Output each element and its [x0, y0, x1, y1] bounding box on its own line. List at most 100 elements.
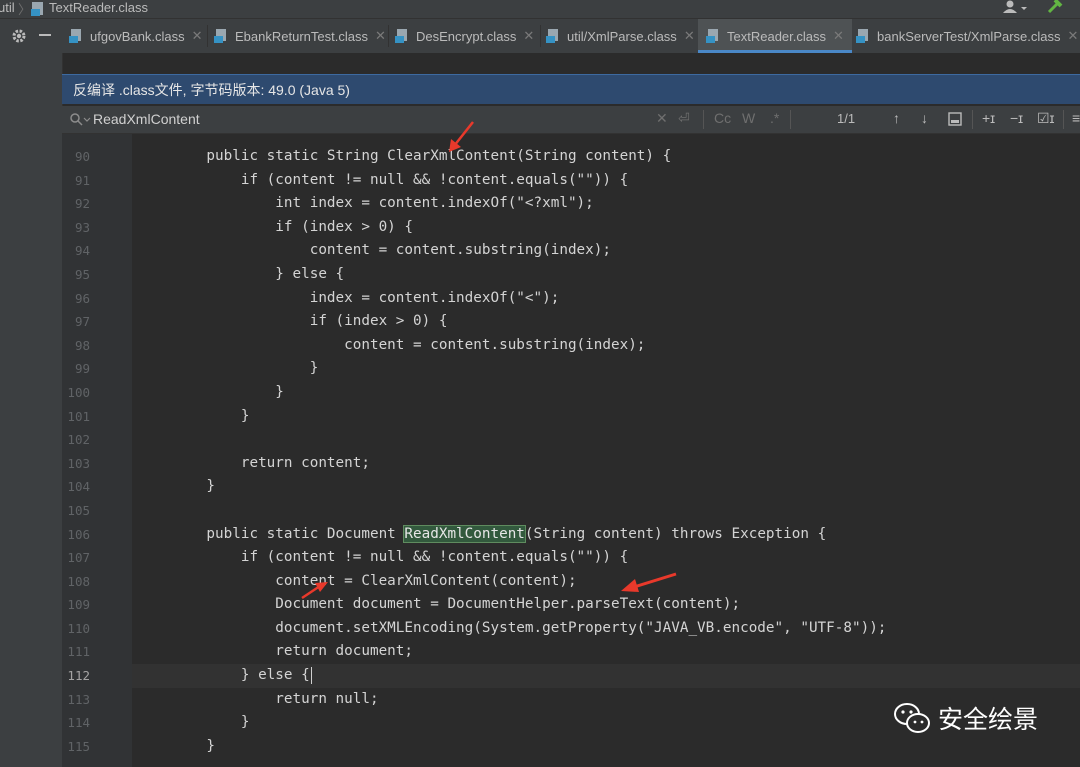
tab-label: ufgovBank.class: [90, 28, 185, 44]
navigation-bar: util 〉 TextReader.class: [0, 0, 1080, 19]
line-number: 110: [67, 620, 90, 636]
code-lines: public static String ClearXmlContent(Str…: [172, 145, 886, 758]
file-class-icon: [69, 29, 81, 43]
file-class-icon: [395, 29, 407, 43]
code-line: }: [172, 737, 216, 754]
code-line: Document document = DocumentHelper.parse…: [172, 596, 741, 613]
line-number: 115: [67, 738, 90, 754]
line-number: 91: [74, 172, 90, 188]
search-match-highlight: ReadXmlContent: [403, 524, 526, 543]
code-line: return content;: [172, 454, 370, 471]
line-number-column: 90 91 92 93 94 95 96 97 98 99 100 101 10…: [62, 145, 90, 758]
code-line-text: } else {: [172, 667, 310, 684]
clear-icon[interactable]: ✕: [656, 110, 668, 127]
line-number: 109: [67, 597, 90, 613]
code-line: } else {: [172, 265, 345, 282]
left-tool-rail: [0, 53, 63, 767]
tab-label: DesEncrypt.class: [416, 28, 517, 44]
search-icon[interactable]: [69, 112, 91, 128]
line-number: 99: [74, 361, 90, 377]
wechat-icon: [894, 703, 930, 733]
regex-toggle[interactable]: .*: [770, 110, 779, 126]
code-line: index = content.indexOf("<");: [172, 289, 560, 306]
line-number: 104: [67, 479, 90, 495]
current-line-number: 112: [67, 668, 90, 684]
line-number: 105: [67, 502, 90, 518]
code-line: }: [172, 714, 250, 731]
arrow-down-icon[interactable]: ↓: [921, 110, 928, 126]
line-number: 101: [67, 408, 90, 424]
close-icon[interactable]: ✕: [833, 28, 844, 44]
line-number: 93: [74, 219, 90, 235]
code-line: }: [172, 478, 216, 495]
file-class-icon: [706, 29, 718, 43]
annotation-arrow-icon: [621, 572, 677, 592]
gear-icon[interactable]: [11, 28, 27, 44]
code-line: public static String ClearXmlContent(Str…: [172, 148, 672, 164]
watermark: 安全绘景: [892, 700, 1038, 736]
remove-selection-icon[interactable]: −ɪ: [1010, 110, 1023, 126]
annotation-arrow-icon: [301, 582, 328, 600]
toggle-selection-icon[interactable]: ☑ɪ: [1037, 110, 1055, 127]
breadcrumb-file[interactable]: TextReader.class: [49, 0, 148, 15]
arrow-up-icon[interactable]: ↑: [893, 110, 900, 126]
code-line: public static Document ReadXmlContent(St…: [172, 523, 886, 547]
file-class-icon: [856, 29, 868, 43]
user-icon[interactable]: [1002, 0, 1028, 14]
close-icon[interactable]: ✕: [684, 28, 695, 44]
line-number: 111: [67, 644, 90, 660]
breadcrumb-util[interactable]: util: [0, 0, 15, 15]
code-line: return document;: [172, 643, 414, 660]
tab-label: util/XmlParse.class: [567, 28, 677, 44]
match-case-toggle[interactable]: Cc: [714, 110, 731, 126]
code-line: if (index > 0) {: [172, 313, 448, 330]
code-line: if (content != null && !content.equals("…: [172, 549, 629, 566]
code-line-current: } else {: [172, 664, 886, 688]
hammer-icon[interactable]: [1046, 0, 1066, 14]
text-caret: [310, 666, 313, 684]
watermark-text: 安全绘景: [938, 706, 1039, 734]
file-class-icon: [31, 2, 43, 16]
tab-desencrypt[interactable]: DesEncrypt.class ✕: [394, 19, 534, 53]
line-number: 94: [74, 243, 90, 259]
search-input[interactable]: [93, 110, 653, 128]
line-number: 106: [67, 526, 90, 542]
line-number: 108: [67, 573, 90, 589]
tab-util-xmlparse[interactable]: util/XmlParse.class ✕: [545, 19, 695, 53]
find-bar: ✕ ⏎ Cc W .* 1/1 ↑ ↓ +ɪ −ɪ ☑ɪ ≡: [62, 106, 1080, 134]
line-number: 114: [67, 715, 90, 731]
code-line: }: [172, 383, 284, 400]
select-all-icon[interactable]: [948, 112, 962, 126]
code-line: content = content.substring(index);: [172, 242, 611, 259]
tab-label: EbankReturnTest.class: [235, 28, 368, 44]
line-number: 107: [67, 550, 90, 566]
match-count: 1/1: [837, 111, 856, 126]
editor-tab-bar: ufgovBank.class ✕ EbankReturnTest.class …: [0, 19, 1080, 54]
tab-label: TextReader.class: [727, 28, 826, 44]
whole-word-toggle[interactable]: W: [742, 110, 755, 126]
more-icon[interactable]: ≡: [1072, 110, 1080, 126]
line-number: 102: [67, 432, 90, 448]
minus-icon[interactable]: [39, 34, 51, 36]
close-icon[interactable]: ✕: [523, 28, 534, 44]
new-line-icon[interactable]: ⏎: [678, 110, 690, 127]
tab-label: bankServerTest/XmlParse.class: [877, 28, 1061, 44]
line-number: 97: [74, 314, 90, 330]
code-line-prefix: public static Document: [172, 525, 405, 542]
code-line: return null;: [172, 690, 379, 707]
tab-ebankreturntest[interactable]: EbankReturnTest.class ✕: [213, 19, 386, 53]
tab-ufgovbank[interactable]: ufgovBank.class ✕: [68, 19, 203, 53]
code-line: document.setXMLEncoding(System.getProper…: [172, 619, 887, 636]
tab-textreader[interactable]: TextReader.class ✕: [698, 19, 852, 53]
code-line: content = content.substring(index);: [172, 336, 646, 353]
close-icon[interactable]: ✕: [1068, 28, 1079, 44]
line-number: 113: [67, 691, 90, 707]
close-icon[interactable]: ✕: [192, 28, 203, 44]
close-icon[interactable]: ✕: [375, 28, 386, 44]
line-number: 103: [67, 455, 90, 471]
tab-bankservertest-xmlparse[interactable]: bankServerTest/XmlParse.class ✕: [855, 19, 1078, 53]
decompile-banner: 反编译 .class文件, 字节码版本: 49.0 (Java 5): [62, 74, 1080, 104]
add-selection-icon[interactable]: +ɪ: [982, 110, 995, 126]
